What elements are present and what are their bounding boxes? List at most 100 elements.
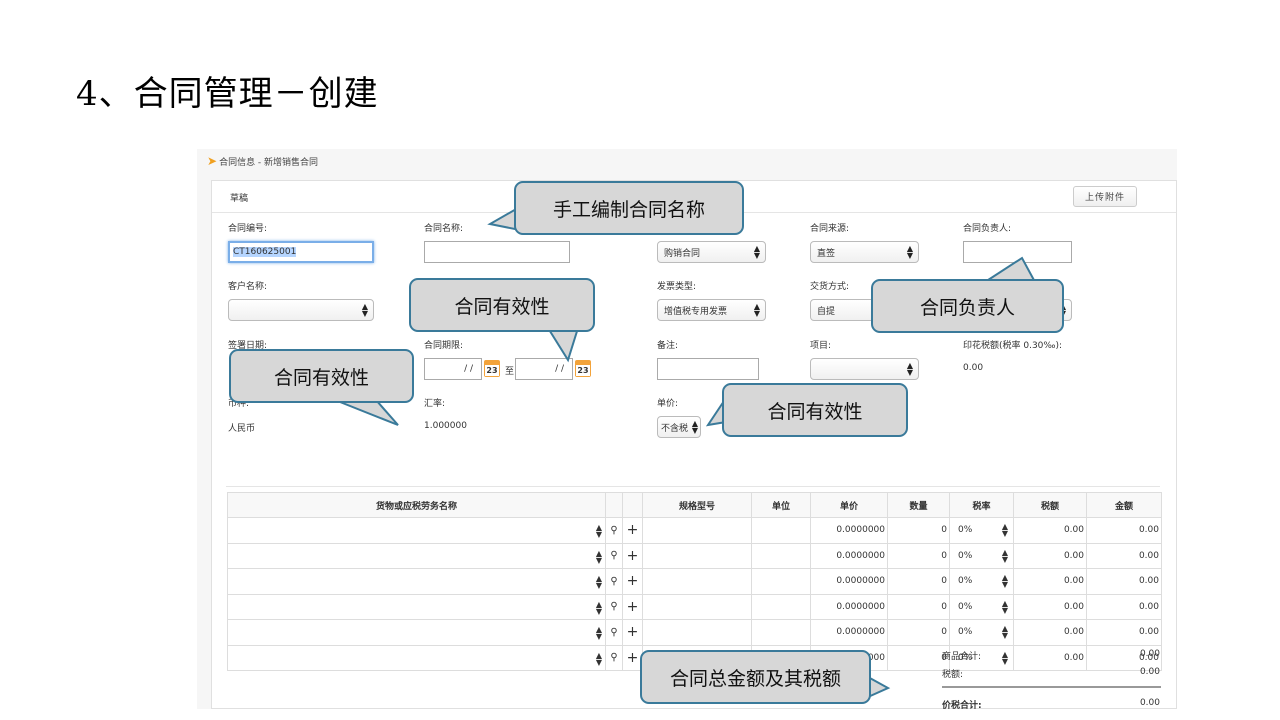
- select-caret-icon: ▲▼: [595, 523, 602, 539]
- status-label: 草稿: [230, 194, 249, 204]
- contract-source-select[interactable]: 直签 ▲ ▼: [810, 241, 919, 263]
- callout-contract-name: 手工编制合同名称: [514, 181, 744, 235]
- contract-name-input[interactable]: [424, 241, 570, 263]
- add-icon[interactable]: +: [622, 517, 643, 544]
- qty-cell[interactable]: 0: [887, 542, 950, 569]
- tax-cell: 0.00: [1013, 568, 1087, 595]
- search-icon[interactable]: ⚲: [605, 542, 623, 569]
- rate-select[interactable]: 0% ▲ ▼: [949, 542, 1014, 569]
- table-row: ▲▼ ⚲ + 0.0000000 0 0%▲▼ 0.00 0.00: [227, 593, 1162, 620]
- col-rate: 税率: [949, 492, 1014, 518]
- price-cell[interactable]: 0.0000000: [810, 619, 888, 646]
- qty-cell[interactable]: 0: [887, 619, 950, 646]
- exchange-rate-value: 1.000000: [424, 421, 467, 431]
- goods-select[interactable]: ▲ ▼: [227, 593, 606, 620]
- qty-cell[interactable]: 0: [887, 644, 950, 671]
- divider: [226, 486, 1160, 487]
- add-icon[interactable]: +: [622, 568, 643, 595]
- search-icon[interactable]: ⚲: [605, 619, 623, 646]
- add-icon[interactable]: +: [622, 593, 643, 620]
- spec-cell[interactable]: [642, 619, 752, 646]
- tax-cell: 0.00: [1013, 517, 1087, 544]
- table-row: ▲▼ ⚲ + 0.0000000 0 0%▲▼ 0.00 0.00: [227, 542, 1162, 569]
- calendar-icon[interactable]: 23: [484, 360, 500, 377]
- spec-cell[interactable]: [642, 593, 752, 620]
- breadcrumb: ➤ 合同信息 - 新增销售合同: [207, 154, 318, 168]
- breadcrumb-text: 合同信息 - 新增销售合同: [219, 158, 319, 168]
- col-search: [605, 492, 623, 518]
- select-caret-icon: ▲▼: [1001, 547, 1008, 564]
- unit-cell[interactable]: [751, 542, 811, 569]
- tax-total-label: 税额:: [942, 670, 964, 680]
- period-start-input[interactable]: / /: [424, 358, 482, 380]
- select-caret-icon: ▲▼: [361, 302, 368, 318]
- search-icon[interactable]: ⚲: [605, 517, 623, 544]
- price-cell[interactable]: 0.0000000: [810, 542, 888, 569]
- qty-cell[interactable]: 0: [887, 568, 950, 595]
- period-separator: 至: [505, 367, 515, 377]
- spec-cell[interactable]: [642, 517, 752, 544]
- slide-title: 4、合同管理－创建: [76, 74, 379, 114]
- spec-cell[interactable]: [642, 542, 752, 569]
- price-cell[interactable]: 0.0000000: [810, 568, 888, 595]
- goods-select[interactable]: ▲ ▼: [227, 644, 606, 671]
- select-caret-icon: ▲▼: [906, 244, 913, 260]
- select-caret-icon: ▲▼: [1001, 649, 1008, 666]
- project-select[interactable]: ▲ ▼: [810, 358, 919, 380]
- amount-cell: 0.00: [1086, 619, 1162, 646]
- unit-cell[interactable]: [751, 568, 811, 595]
- table-header-row: 货物或应税劳务名称 规格型号 单位 单价 数量 税率 税额 金额: [227, 492, 1162, 518]
- callout-total-amount: 合同总金额及其税额: [640, 650, 871, 704]
- goods-select[interactable]: ▲ ▼: [227, 517, 606, 544]
- add-icon[interactable]: +: [622, 619, 643, 646]
- tax-cell: 0.00: [1013, 593, 1087, 620]
- goods-select[interactable]: ▲ ▼: [227, 542, 606, 569]
- unit-cell[interactable]: [751, 619, 811, 646]
- qty-cell[interactable]: 0: [887, 517, 950, 544]
- select-caret-icon: ▲▼: [753, 244, 760, 260]
- upload-attachment-button[interactable]: 上传附件: [1073, 186, 1137, 207]
- goods-total-value: 0.00: [1139, 649, 1160, 659]
- add-icon[interactable]: +: [622, 542, 643, 569]
- price-cell[interactable]: 0.0000000: [810, 517, 888, 544]
- select-caret-icon: ▲▼: [1001, 598, 1008, 615]
- select-caret-icon: ▲▼: [595, 625, 602, 641]
- exchange-rate-label: 汇率:: [424, 399, 446, 409]
- search-icon[interactable]: ⚲: [605, 593, 623, 620]
- goods-select[interactable]: ▲ ▼: [227, 568, 606, 595]
- col-goods-name: 货物或应税劳务名称: [227, 492, 606, 518]
- unit-price-select[interactable]: 不含税 ▲ ▼: [657, 416, 701, 438]
- goods-select[interactable]: ▲ ▼: [227, 619, 606, 646]
- unit-cell[interactable]: [751, 517, 811, 544]
- rate-select[interactable]: 0% ▲ ▼: [949, 568, 1014, 595]
- unit-cell[interactable]: [751, 593, 811, 620]
- price-cell[interactable]: 0.0000000: [810, 593, 888, 620]
- col-amount: 金额: [1086, 492, 1162, 518]
- contract-owner-input[interactable]: [963, 241, 1072, 263]
- contract-type-select[interactable]: 购销合同 ▲ ▼: [657, 241, 766, 263]
- select-caret-icon: ▲▼: [1001, 522, 1008, 538]
- customer-select[interactable]: ▲ ▼: [228, 299, 374, 321]
- rate-select[interactable]: 0% ▲ ▼: [949, 593, 1014, 620]
- period-end-input[interactable]: / /: [515, 358, 573, 380]
- calendar-icon[interactable]: 23: [575, 360, 591, 377]
- amount-cell: 0.00: [1086, 568, 1162, 595]
- remark-input[interactable]: [657, 358, 759, 380]
- rate-select[interactable]: 0% ▲ ▼: [949, 619, 1014, 646]
- select-caret-icon: ▲▼: [595, 650, 602, 667]
- select-caret-icon: ▲▼: [691, 419, 698, 435]
- rate-select[interactable]: 0% ▲ ▼: [949, 517, 1014, 544]
- search-icon[interactable]: ⚲: [605, 568, 623, 595]
- contract-no-input[interactable]: CT160625001: [228, 241, 374, 263]
- select-caret-icon: ▲▼: [595, 599, 602, 616]
- search-icon[interactable]: ⚲: [605, 644, 623, 671]
- spec-cell[interactable]: [642, 568, 752, 595]
- callout-contract-owner: 合同负责人: [871, 279, 1064, 333]
- invoice-type-select[interactable]: 增值税专用发票 ▲ ▼: [657, 299, 766, 321]
- col-tax: 税额: [1013, 492, 1087, 518]
- select-caret-icon: ▲▼: [1001, 573, 1008, 589]
- qty-cell[interactable]: 0: [887, 593, 950, 620]
- col-unit: 单位: [751, 492, 811, 518]
- grand-total-value: 0.00: [1139, 698, 1160, 708]
- col-qty: 数量: [887, 492, 950, 518]
